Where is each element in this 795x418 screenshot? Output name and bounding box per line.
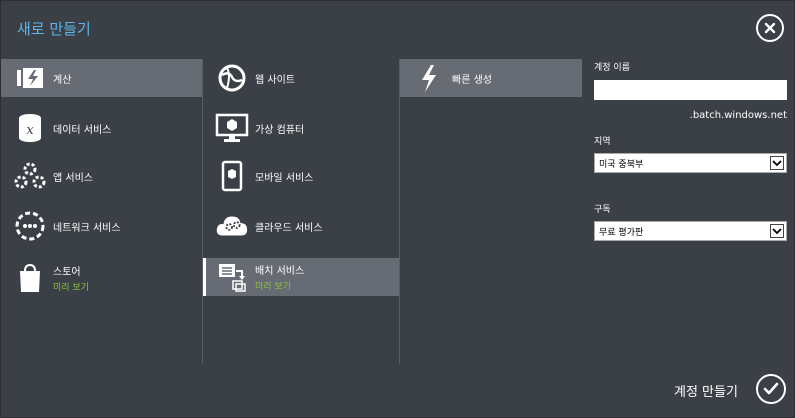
service-item-cloud-services[interactable]: 클라우드 서비스 (203, 207, 399, 245)
category-item-data-services[interactable]: x 데이터 서비스 (1, 109, 202, 147)
category-label: 앱 서비스 (53, 172, 93, 184)
quick-create-icon (412, 61, 446, 95)
service-item-virtual-machine[interactable]: 가상 컴퓨터 (203, 109, 399, 147)
category-item-store[interactable]: 스토어미리 보기 (1, 259, 202, 297)
category-item-app-services[interactable]: 앱 서비스 (1, 157, 202, 195)
service-label: 모바일 서비스 (255, 172, 314, 184)
category-item-network-services[interactable]: 네트워크 서비스 (1, 207, 202, 245)
category-label: 데이터 서비스 (53, 124, 112, 136)
service-item-mobile-services[interactable]: 모바일 서비스 (203, 157, 399, 195)
region-value: 미국 중북부 (599, 159, 644, 170)
subscription-select[interactable]: 무료 평가판 (594, 221, 787, 241)
chevron-down-icon[interactable] (770, 224, 784, 238)
service-label: 클라우드 서비스 (255, 222, 323, 234)
option-column: 빠른 생성 (400, 59, 582, 364)
subscription-value: 무료 평가판 (599, 227, 644, 238)
service-label: 웹 사이트 (255, 74, 295, 86)
preview-label: 미리 보기 (53, 283, 89, 293)
service-label: 가상 컴퓨터 (255, 124, 305, 136)
svg-text:x: x (26, 123, 34, 138)
network-services-icon (13, 209, 47, 243)
store-icon (13, 261, 47, 295)
cloud-services-icon (215, 209, 249, 243)
close-button[interactable] (756, 14, 784, 42)
account-name-input[interactable] (594, 80, 787, 100)
preview-label: 미리 보기 (255, 282, 291, 292)
service-item-website[interactable]: 웹 사이트 (203, 59, 399, 97)
category-label: 네트워크 서비스 (53, 222, 121, 234)
close-icon (764, 22, 776, 34)
create-account-button[interactable] (756, 374, 786, 404)
dialog-title: 새로 만들기 (17, 20, 91, 38)
account-name-suffix: .batch.windows.net (689, 110, 787, 121)
create-account-label: 계정 만들기 (674, 385, 738, 400)
mobile-services-icon (215, 159, 249, 193)
compute-icon (13, 61, 47, 95)
account-name-label: 계정 이름 (594, 63, 630, 73)
subscription-label: 구독 (594, 205, 611, 215)
app-services-icon (13, 159, 47, 193)
batch-services-icon (215, 260, 249, 294)
category-column: 계산 x 데이터 서비스 앱 서비스 네트워크 서비스 스토어미리 보기 (1, 59, 202, 364)
checkmark-icon (763, 382, 779, 395)
website-icon (215, 61, 249, 95)
service-item-batch-services[interactable]: 배치 서비스미리 보기 (203, 258, 399, 296)
option-item-quick-create[interactable]: 빠른 생성 (400, 59, 582, 97)
service-column: 웹 사이트 가상 컴퓨터 모바일 서비스 클라우드 서비스 배치 서비스미리 보… (203, 59, 399, 364)
category-label: 계산 (53, 74, 72, 86)
chevron-down-icon[interactable] (770, 156, 784, 170)
category-label: 스토어 (53, 267, 81, 278)
virtual-machine-icon (215, 111, 249, 145)
region-select[interactable]: 미국 중북부 (594, 153, 787, 173)
category-item-compute[interactable]: 계산 (1, 59, 202, 97)
service-label: 배치 서비스 (255, 266, 305, 277)
option-label: 빠른 생성 (452, 74, 492, 86)
data-services-icon: x (13, 111, 47, 145)
region-label: 지역 (594, 137, 611, 147)
